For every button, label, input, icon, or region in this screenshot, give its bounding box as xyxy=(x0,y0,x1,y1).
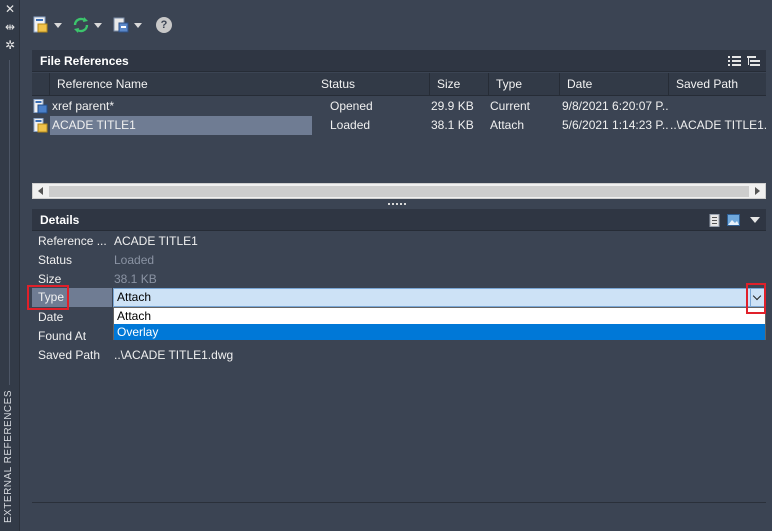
palette-title: EXTERNAL REFERENCES xyxy=(3,389,14,523)
details-header: Details xyxy=(32,209,766,231)
type-option-attach[interactable]: Attach xyxy=(114,308,765,324)
refresh-icon xyxy=(73,17,89,33)
auto-hide-icon[interactable]: ⇹ xyxy=(3,20,17,34)
file-references-header: File References xyxy=(32,50,766,72)
drawing-file-icon xyxy=(33,99,48,114)
file-references-grid: Reference Name Status Size Type Date Sav… xyxy=(32,73,766,199)
close-icon[interactable]: ✕ xyxy=(3,2,17,16)
type-cell: Attach xyxy=(490,118,525,132)
property-label: Found At xyxy=(38,329,87,343)
column-header-status[interactable]: Status xyxy=(314,73,430,96)
property-value[interactable]: ..\ACADE TITLE1.dwg xyxy=(114,346,233,365)
preview-view-icon[interactable] xyxy=(727,214,740,226)
refresh-button[interactable] xyxy=(72,16,102,34)
column-header-saved-path[interactable]: Saved Path xyxy=(669,73,766,96)
annotation-box-dropdown-button xyxy=(746,283,766,314)
column-header-size[interactable]: Size xyxy=(430,73,489,96)
strip-divider xyxy=(9,60,10,385)
chevron-down-icon xyxy=(134,22,142,28)
attach-dwg-icon xyxy=(33,16,48,33)
saved-path-cell xyxy=(670,97,766,116)
type-option-overlay[interactable]: Overlay xyxy=(114,324,765,340)
property-label: Date xyxy=(38,310,64,324)
column-header-icon xyxy=(32,73,50,96)
horizontal-scrollbar[interactable] xyxy=(32,183,766,199)
saved-path-cell: ..\ACADE TITLE1.d xyxy=(670,118,766,132)
table-row[interactable]: xref parent* Opened 29.9 KB Current 9/8/… xyxy=(32,97,766,116)
section-title: File References xyxy=(40,54,129,68)
column-label: Status xyxy=(321,77,356,91)
chevron-down-icon xyxy=(94,22,102,28)
property-value: Loaded xyxy=(114,253,155,267)
section-title: Details xyxy=(40,213,80,227)
panel-splitter[interactable] xyxy=(32,199,766,209)
status-cell: Loaded xyxy=(330,118,371,132)
tree-view-icon[interactable] xyxy=(747,55,760,67)
properties-icon[interactable]: ✲ xyxy=(3,38,17,52)
scroll-right-icon[interactable] xyxy=(755,187,760,195)
reference-name-cell: xref parent* xyxy=(52,99,115,113)
type-combobox-value: Attach xyxy=(117,290,152,304)
attach-dwg-button[interactable] xyxy=(32,16,62,34)
property-label: Status xyxy=(38,253,73,267)
palette-strip: ✕ ⇹ ✲ EXTERNAL REFERENCES xyxy=(0,0,20,531)
property-value: 38.1 KB xyxy=(114,272,157,286)
scroll-thumb[interactable] xyxy=(49,186,749,197)
scroll-left-icon[interactable] xyxy=(38,187,43,195)
change-path-icon xyxy=(113,17,129,33)
column-header-type[interactable]: Type xyxy=(489,73,560,96)
status-cell: Opened xyxy=(330,99,373,113)
property-label: Saved Path xyxy=(38,348,101,362)
help-icon[interactable]: ? xyxy=(156,17,172,33)
size-cell: 38.1 KB xyxy=(431,118,474,132)
view-switch xyxy=(728,50,760,72)
column-label: Date xyxy=(567,77,593,91)
column-label: Saved Path xyxy=(676,77,739,91)
type-combobox[interactable]: Attach xyxy=(113,288,766,307)
chevron-down-icon[interactable] xyxy=(750,217,760,223)
column-header-reference-name[interactable]: Reference Name xyxy=(50,73,342,96)
column-label: Type xyxy=(496,77,523,91)
annotation-box-type-label xyxy=(27,285,69,310)
date-cell: 9/8/2021 6:20:07 P... xyxy=(562,99,669,113)
column-header-date[interactable]: Date xyxy=(560,73,669,96)
toolbar: ? xyxy=(32,13,172,37)
change-path-button[interactable] xyxy=(112,16,142,34)
size-cell: 29.9 KB xyxy=(431,99,474,113)
list-view-icon[interactable] xyxy=(728,55,741,67)
type-cell: Current xyxy=(490,99,531,113)
details-panel: Reference ... ACADE TITLE1 Status Loaded… xyxy=(27,231,766,503)
reference-name-cell: ACADE TITLE1 xyxy=(50,116,312,135)
property-value[interactable]: ACADE TITLE1 xyxy=(114,232,198,251)
property-label: Reference ... xyxy=(38,234,107,248)
chevron-down-icon xyxy=(54,22,62,28)
details-view-switch xyxy=(709,209,760,231)
type-dropdown-list: Attach Overlay xyxy=(113,307,766,340)
details-view-icon[interactable] xyxy=(709,213,721,227)
xref-file-icon xyxy=(33,118,48,133)
grip-icon xyxy=(388,203,408,205)
date-cell: 5/6/2021 1:14:23 P... xyxy=(562,118,669,132)
table-row[interactable]: ACADE TITLE1 Loaded 38.1 KB Attach 5/6/2… xyxy=(32,116,766,135)
column-label: Size xyxy=(437,77,461,91)
column-label: Reference Name xyxy=(57,77,148,91)
